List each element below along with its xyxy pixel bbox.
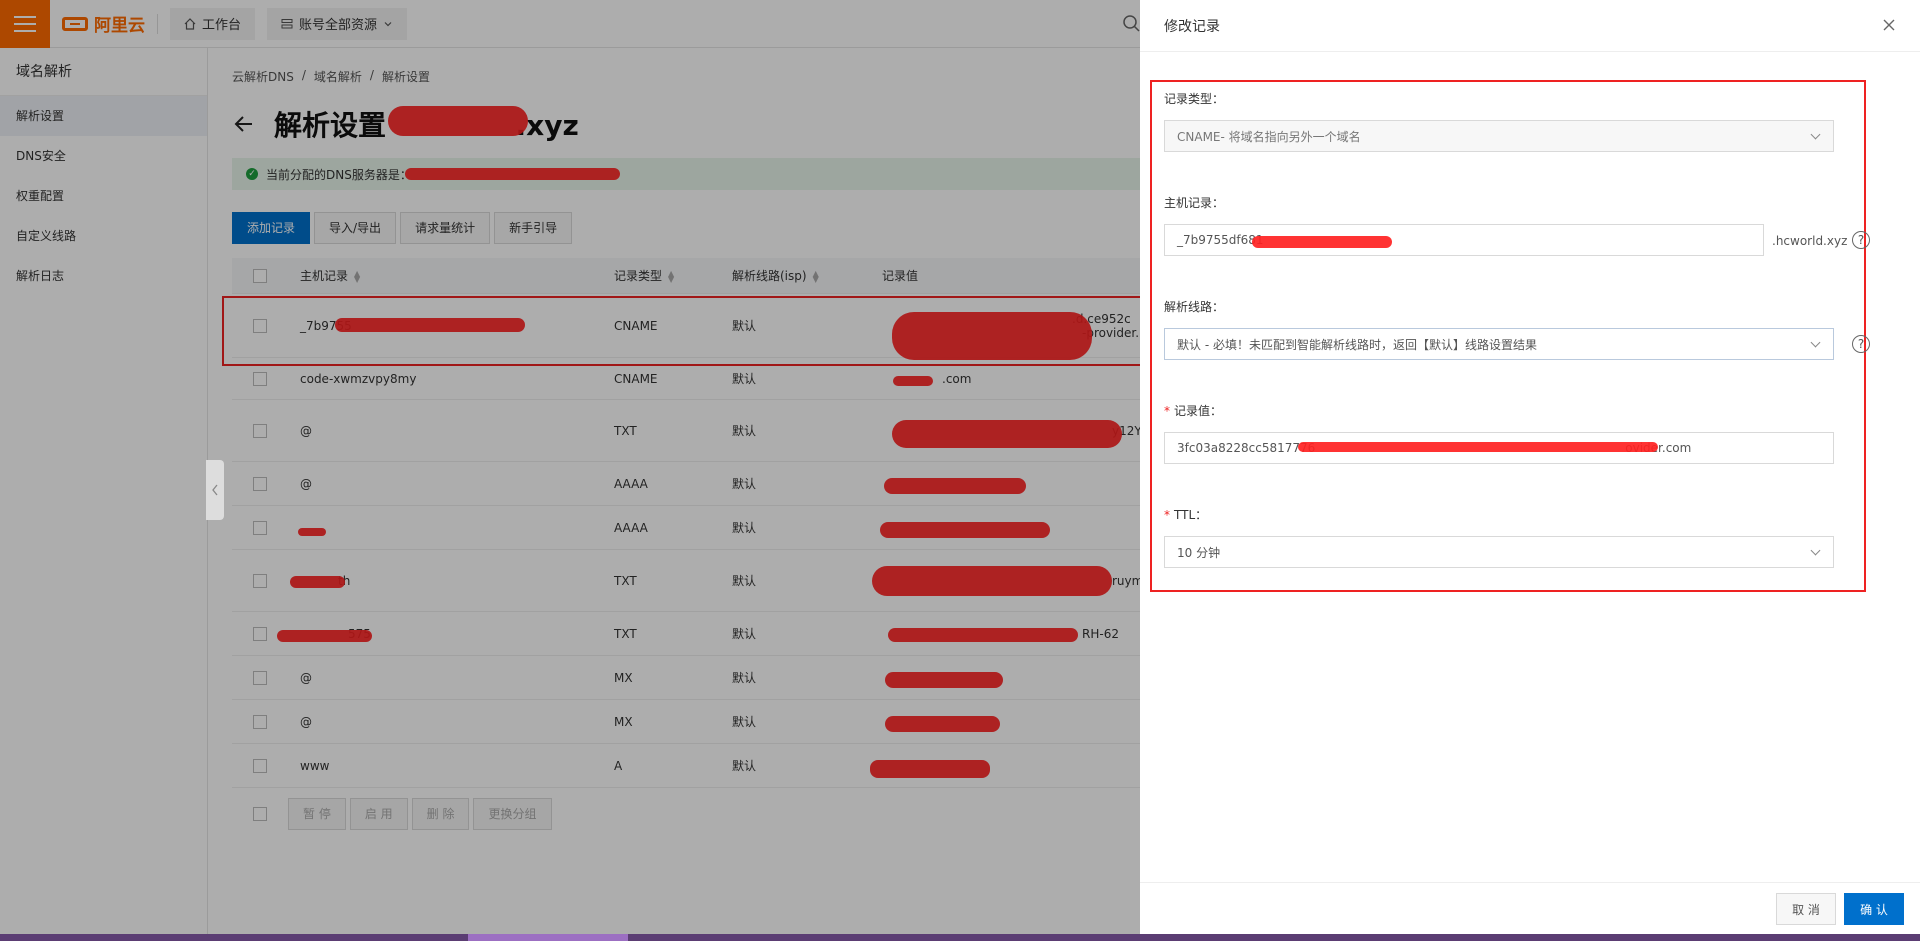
value-label: * 记录值： bbox=[1164, 404, 1223, 418]
drawer-title: 修改记录 bbox=[1164, 18, 1220, 35]
line-select[interactable]: 默认 - 必填！未匹配到智能解析线路时，返回【默认】线路设置结果 bbox=[1164, 328, 1834, 360]
ttl-label: * TTL： bbox=[1164, 508, 1208, 522]
drawer-footer: 取 消 确 认 bbox=[1140, 882, 1920, 941]
help-icon[interactable]: ? bbox=[1852, 335, 1870, 353]
ttl-select[interactable]: 10 分钟 bbox=[1164, 536, 1834, 568]
required-mark: * bbox=[1164, 404, 1170, 418]
drawer-header: 修改记录 bbox=[1140, 0, 1920, 52]
taskbar-highlight bbox=[468, 934, 628, 941]
host-suffix: .hcworld.xyz bbox=[1772, 234, 1848, 248]
redaction-mark bbox=[1298, 442, 1658, 452]
edit-record-drawer: 修改记录 记录类型： CNAME- 将域名指向另外一个域名 主机记录： _7b9… bbox=[1140, 0, 1920, 941]
help-icon[interactable]: ? bbox=[1852, 231, 1870, 249]
value-text: 3fc03a8228cc5817776 bbox=[1177, 441, 1316, 455]
redaction-mark bbox=[1252, 236, 1392, 248]
taskbar-strip bbox=[0, 934, 1920, 941]
host-label: 主机记录： bbox=[1164, 196, 1225, 210]
line-label: 解析线路： bbox=[1164, 300, 1225, 314]
record-type-select[interactable]: CNAME- 将域名指向另外一个域名 bbox=[1164, 120, 1834, 152]
cancel-button[interactable]: 取 消 bbox=[1776, 893, 1836, 925]
modal-overlay[interactable] bbox=[0, 0, 1140, 941]
record-type-label: 记录类型： bbox=[1164, 92, 1225, 106]
confirm-button[interactable]: 确 认 bbox=[1844, 893, 1904, 925]
required-mark: * bbox=[1164, 508, 1170, 522]
chevron-left-icon bbox=[212, 484, 218, 496]
collapse-handle[interactable] bbox=[206, 460, 224, 520]
close-icon[interactable] bbox=[1882, 18, 1896, 32]
